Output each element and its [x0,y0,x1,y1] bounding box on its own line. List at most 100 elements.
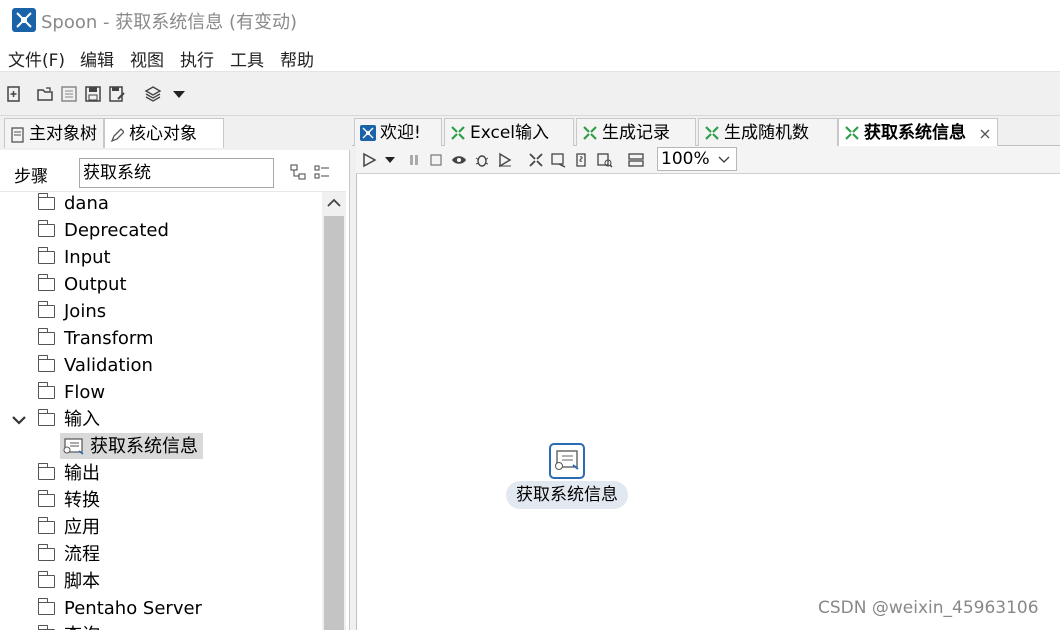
tree-folder-pentaho-server[interactable]: Pentaho Server [0,595,322,622]
tab-main-tree-label: 主对象树 [29,124,97,144]
tree-folder-deprecated[interactable]: Deprecated [0,217,322,244]
tree-item-label: Transform [64,328,154,349]
menu-file[interactable]: 文件(F) [8,46,65,71]
explore-repository-icon[interactable] [60,85,78,103]
stop-icon[interactable] [428,152,444,168]
preview-eye-icon[interactable] [451,152,467,168]
tree-item-label: Pentaho Server [64,598,202,619]
tree-item-label: 流程 [64,544,100,565]
folder-icon [37,409,55,426]
folder-icon [37,328,55,345]
chevron-down-icon[interactable] [12,414,26,426]
tab-core-objects-label: 核心对象 [129,124,197,144]
steps-search-input[interactable]: 获取系统 [79,158,274,188]
tab-generate-random[interactable]: 生成随机数 [698,118,838,146]
expand-tree-icon[interactable] [314,164,330,180]
watermark: CSDN @weixin_45963106 [818,598,1039,618]
menu-run[interactable]: 执行 [180,46,214,71]
menu-help[interactable]: 帮助 [280,46,314,71]
run-options-dropdown-icon[interactable] [384,154,396,166]
tree-folder-flow[interactable]: Flow [0,379,322,406]
spoon-icon [360,125,376,141]
tree-item-label: Joins [64,301,107,322]
tab-label: 生成随机数 [724,123,809,143]
run-icon[interactable] [361,152,377,168]
tree-item-label: 应用 [64,517,100,538]
transformation-icon [451,126,465,140]
tab-label: 生成记录 [602,123,670,143]
open-folder-icon[interactable] [36,85,54,103]
tab-excel-input[interactable]: Excel输入 [444,118,574,146]
chevron-down-icon [718,156,730,163]
folder-icon [37,247,55,264]
document-icon [11,127,24,143]
menu-tools[interactable]: 工具 [230,46,264,71]
new-file-icon[interactable] [5,85,23,103]
show-results-icon[interactable] [628,152,644,168]
impact-analysis-icon[interactable] [551,152,567,168]
layers-dropdown-icon[interactable] [170,85,188,103]
tab-get-system-info[interactable]: 获取系统信息 [838,118,998,147]
layers-icon[interactable] [144,85,162,103]
save-icon[interactable] [84,85,102,103]
main-toolbar [0,72,1060,116]
menu-edit[interactable]: 编辑 [80,46,114,71]
tab-welcome[interactable]: 欢迎! [354,118,442,146]
spoon-app-icon [12,8,36,32]
tree-folder-transform[interactable]: Transform [0,325,322,352]
folder-icon [37,571,55,588]
menu-bar: 文件(F) 编辑 视图 执行 工具 帮助 [0,40,1060,72]
tree-folder-joins[interactable]: Joins [0,298,322,325]
tree-folder-validation[interactable]: Validation [0,352,322,379]
chevron-up-icon[interactable] [327,197,341,209]
tab-main-tree[interactable]: 主对象树 [4,118,104,148]
tree-item-label: Validation [64,355,153,376]
system-info-step-icon [63,438,84,455]
tree-folder-output-cn[interactable]: 输出 [0,460,322,487]
folder-icon [37,301,55,318]
tab-label: Excel输入 [470,123,550,143]
explore-db-icon[interactable] [597,152,613,168]
tab-generate-rows[interactable]: 生成记录 [576,118,696,146]
tree-folder-input[interactable]: Input [0,244,322,271]
folder-icon [37,490,55,507]
transformation-icon [705,126,719,140]
steps-label: 步骤 [14,167,48,187]
tree-item-label: dana [64,193,109,214]
scroll-thumb[interactable] [324,216,344,630]
window-title: Spoon - 获取系统信息 (有变动) [41,12,297,33]
transformation-icon [845,126,859,140]
sql-icon[interactable] [574,152,590,168]
tree-folder-transform-cn[interactable]: 转换 [0,487,322,514]
zoom-select[interactable]: 100% [657,147,737,171]
editor-tab-bar: 欢迎! Excel输入 生成记录 生成随机数 获取系统信息 [352,116,1060,147]
verify-icon[interactable] [528,152,544,168]
menu-view[interactable]: 视图 [130,46,164,71]
tree-folder-output[interactable]: Output [0,271,322,298]
tree-folder-query[interactable]: 查询 [0,622,322,630]
save-as-icon[interactable] [108,85,126,103]
close-icon[interactable] [980,129,990,139]
tree-folder-dana[interactable]: dana [0,192,322,217]
steps-search-row: 步骤 获取系统 [0,152,346,192]
tree-scrollbar[interactable] [322,192,346,630]
transformation-canvas[interactable] [356,174,1060,630]
tab-core-objects[interactable]: 核心对象 [104,118,224,148]
step-get-system-info[interactable] [549,443,585,479]
tree-folder-input-cn[interactable]: 输入 [0,406,322,433]
debug-bug-icon[interactable] [474,152,490,168]
tree-item-label: 输入 [64,409,100,430]
tree-folder-application[interactable]: 应用 [0,514,322,541]
tree-folder-script[interactable]: 脚本 [0,568,322,595]
left-tab-bar: 主对象树 核心对象 [0,116,350,150]
tree-step-get-system-info[interactable]: 获取系统信息 [0,433,322,460]
tree-folder-flow-cn[interactable]: 流程 [0,541,322,568]
pause-icon[interactable] [406,152,422,168]
pencil-icon [110,128,124,143]
collapse-tree-icon[interactable] [290,164,306,180]
zoom-value: 100% [661,149,710,169]
folder-icon [37,598,55,615]
step-label: 获取系统信息 [506,481,628,509]
replay-icon[interactable] [497,152,513,168]
tree-item-label: 查询 [64,622,100,630]
